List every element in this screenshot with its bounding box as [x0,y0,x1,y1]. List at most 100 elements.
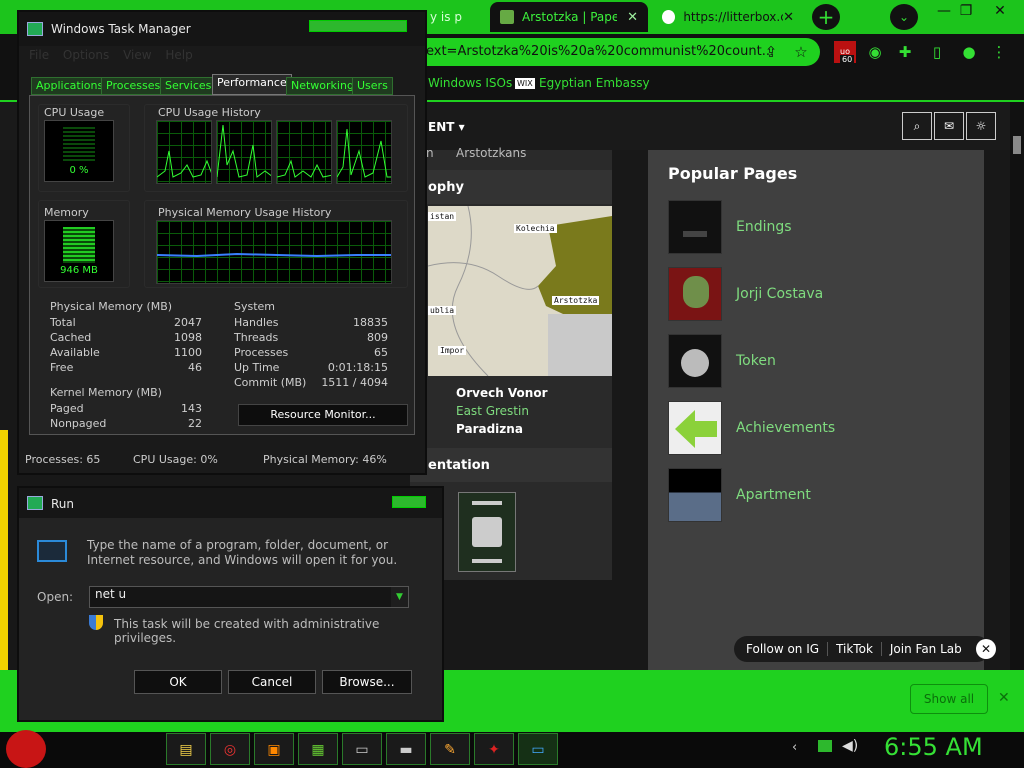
performance-panel: CPU Usage 0 % CPU Usage History Memory 9… [29,95,415,435]
volume-icon[interactable]: ◀) [842,738,858,754]
apartment-icon [668,468,722,522]
tab-performance[interactable]: Performance [212,74,292,95]
chat-icon[interactable]: ✉ [934,112,964,140]
popular-item-label: Achievements [736,420,836,436]
join-fan-lab-link[interactable]: Join Fan Lab [882,642,970,656]
window-controls[interactable] [309,20,407,32]
network-icon[interactable] [818,740,832,752]
close-follow-bar-icon[interactable]: ✕ [976,639,996,659]
run-open-input[interactable]: net u [89,586,409,608]
tab-networking[interactable]: Networking [286,77,359,95]
search-icon[interactable]: ⌕ [902,112,932,140]
task-manager-icon [27,22,43,36]
bookmark-star-icon[interactable]: ☆ [790,41,812,63]
scrollbar-thumb[interactable] [1013,136,1021,154]
theme-toggle-icon[interactable]: ☼ [966,112,996,140]
tab-search-button[interactable]: ⌄ [890,4,918,30]
cpu-usage-value: 0 % [69,165,89,176]
app-office-icon[interactable]: ▦ [298,733,338,765]
run-dialog: Run Type the name of a program, folder, … [17,486,444,722]
popular-item-label: Apartment [736,487,811,503]
close-window-button[interactable]: ✕ [982,0,1018,24]
side-panel-icon[interactable]: ▯ [926,41,948,63]
ok-button[interactable]: OK [134,670,222,694]
arstotzka-game-icon[interactable]: ✦ [474,733,514,765]
bookmark-egyptian-embassy[interactable]: Egyptian Embassy [539,76,650,90]
clock[interactable]: 6:55 AM [884,733,983,761]
share-icon[interactable]: ⇪ [760,41,782,63]
resource-monitor-button[interactable]: Resource Monitor... [238,404,408,426]
stat-cached: Cached 1098 [50,331,202,344]
show-all-button[interactable]: Show all [910,684,988,714]
status-cpu: CPU Usage: 0% [133,453,218,466]
profile-avatar-icon[interactable]: ● [958,41,980,63]
city-east-grestin-link[interactable]: East Grestin [456,404,529,418]
map-label: Kolechia [514,224,557,233]
popular-item-apartment[interactable]: Apartment [668,468,811,522]
popular-item-token[interactable]: Token [668,334,776,388]
open-label: Open: [37,590,74,604]
popular-item-achievements[interactable]: Achievements [668,401,835,455]
address-bar[interactable]: ext=Arstotzka%20is%20a%20communist%20cou… [410,38,820,66]
tab-processes[interactable]: Processes [101,77,166,95]
run-taskbar-icon[interactable]: ▭ [518,733,558,765]
show-hidden-icons-icon[interactable]: ‹ [792,740,797,755]
tab-applications[interactable]: Applications [31,77,109,95]
endings-thumbnail-icon [668,200,722,254]
menu-options[interactable]: Options [63,48,109,62]
tab-favicon-icon [662,10,676,24]
follow-ig-link[interactable]: Follow on IG [734,642,829,656]
new-tab-button[interactable]: + [812,4,840,30]
run-titlebar[interactable]: Run [19,488,442,518]
popular-item-label: Endings [736,219,792,235]
cancel-button[interactable]: Cancel [228,670,316,694]
extensions-puzzle-icon[interactable]: ✚ [894,41,916,63]
maximize-button[interactable]: ❐ [948,0,984,24]
city-orvech-vonor: Orvech Vonor [456,386,548,400]
tab-litterbox[interactable]: https://litterbox.c ✕ [652,2,804,32]
tab-users[interactable]: Users [352,77,393,95]
paint-icon[interactable]: ✎ [430,733,470,765]
cpu-usage-title: CPU Usage [44,106,105,119]
chrome-icon[interactable]: ◎ [210,733,250,765]
stat-commit: Commit (MB) 1511 / 4094 [234,376,388,389]
chevron-down-icon[interactable]: ▼ [391,587,408,607]
browse-button[interactable]: Browse... [322,670,412,694]
map-label: Impor [438,346,467,355]
menu-file[interactable]: File [29,48,49,62]
task-manager-taskbar-icon[interactable]: ▭ [342,733,382,765]
menu-kebab-icon[interactable]: ⋮ [988,41,1010,63]
popular-item-endings[interactable]: Endings [668,200,792,254]
stat-uptime: Up Time 0:01:18:15 [234,361,388,374]
flag-extension-icon[interactable]: ◉ [864,41,886,63]
start-button-angry-bird-icon[interactable] [6,730,46,768]
tab-label: Arstotzka | Paper [522,10,617,24]
task-manager-titlebar[interactable]: Windows Task Manager [19,12,425,46]
section-title-documentation: entation [428,458,490,473]
cpu-history-title: CPU Usage History [158,106,261,119]
popular-item-jorji-costava[interactable]: Jorji Costava [668,267,823,321]
app-g-icon[interactable]: ▣ [254,733,294,765]
command-prompt-icon[interactable]: ▬ [386,733,426,765]
stat-handles: Handles 18835 [234,316,388,329]
bookmark-windows-isos[interactable]: Windows ISOs [428,76,512,90]
stat-total: Total 2047 [50,316,202,329]
menu-view[interactable]: View [123,48,151,62]
yellow-edge-strip [0,430,8,670]
close-download-bar-icon[interactable]: ✕ [998,690,1010,706]
file-explorer-icon[interactable]: ▤ [166,733,206,765]
popular-item-label: Jorji Costava [736,286,824,302]
tab-close-icon[interactable]: ✕ [783,10,794,25]
shield-icon [89,615,103,630]
run-close-button[interactable] [392,496,426,508]
page-scrollbar[interactable] [1010,102,1024,670]
tab-arstotzka[interactable]: Arstotzka | Paper ✕ [490,2,648,32]
run-program-icon [37,540,67,562]
tiktok-link[interactable]: TikTok [828,642,882,656]
menu-help[interactable]: Help [165,48,192,62]
tab-services[interactable]: Services [160,77,217,95]
tab-close-icon[interactable]: ✕ [627,10,638,25]
achievements-arrow-icon [668,401,722,455]
tab-label: https://litterbox.c [683,10,784,24]
site-nav-menu[interactable]: ENT ▾ [428,120,465,134]
